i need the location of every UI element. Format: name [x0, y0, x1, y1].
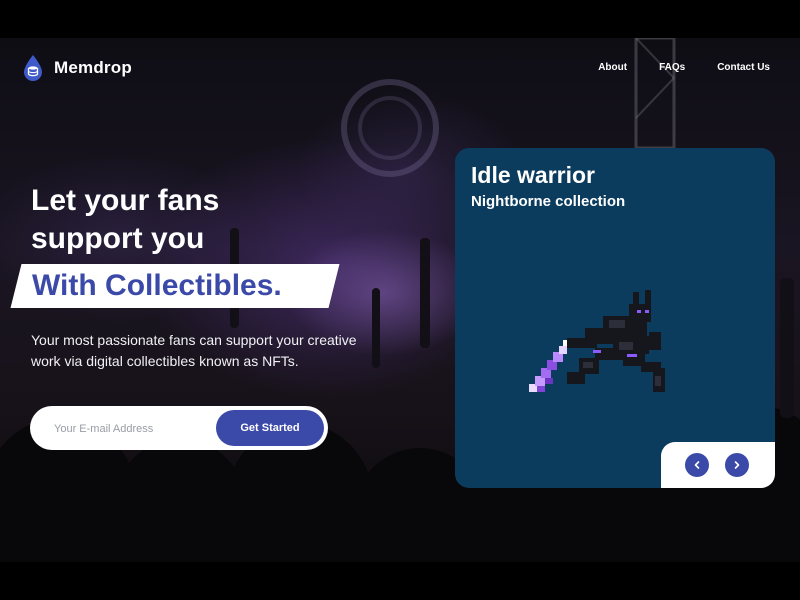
hero-section: Memdrop About FAQs Contact Us Let your f…: [0, 38, 800, 562]
idle-warrior-sprite: [529, 290, 665, 392]
signup-form: Get Started: [30, 406, 328, 450]
nav-link-contact[interactable]: Contact Us: [717, 62, 770, 73]
chevron-left-icon[interactable]: [685, 453, 709, 477]
card-title: Idle warrior: [471, 162, 595, 188]
viewport: Memdrop About FAQs Contact Us Let your f…: [0, 0, 800, 600]
headline-line-2: support you: [31, 222, 205, 255]
chevron-right-icon[interactable]: [725, 453, 749, 477]
hero-headline: Let your fans support you: [31, 182, 219, 258]
droplet-database-icon: [24, 55, 42, 81]
card-subtitle: Nightborne collection: [471, 193, 626, 210]
get-started-button[interactable]: Get Started: [216, 410, 324, 446]
headline-highlight: With Collectibles.: [10, 264, 340, 308]
brand[interactable]: Memdrop: [22, 54, 132, 82]
email-input[interactable]: [52, 418, 216, 440]
top-nav: Memdrop About FAQs Contact Us: [22, 54, 770, 86]
highlight-text: With Collectibles.: [32, 269, 282, 302]
headline-line-1: Let your fans: [31, 184, 220, 217]
brand-name: Memdrop: [54, 58, 132, 77]
nav-links: About FAQs Contact Us: [566, 62, 770, 73]
carousel-controls: [661, 442, 775, 488]
nav-link-faqs[interactable]: FAQs: [659, 62, 685, 73]
nav-link-about[interactable]: About: [598, 62, 627, 73]
collectible-card: Idle warrior Nightborne collection: [455, 148, 775, 488]
hero-subtext: Your most passionate fans can support yo…: [31, 332, 357, 369]
